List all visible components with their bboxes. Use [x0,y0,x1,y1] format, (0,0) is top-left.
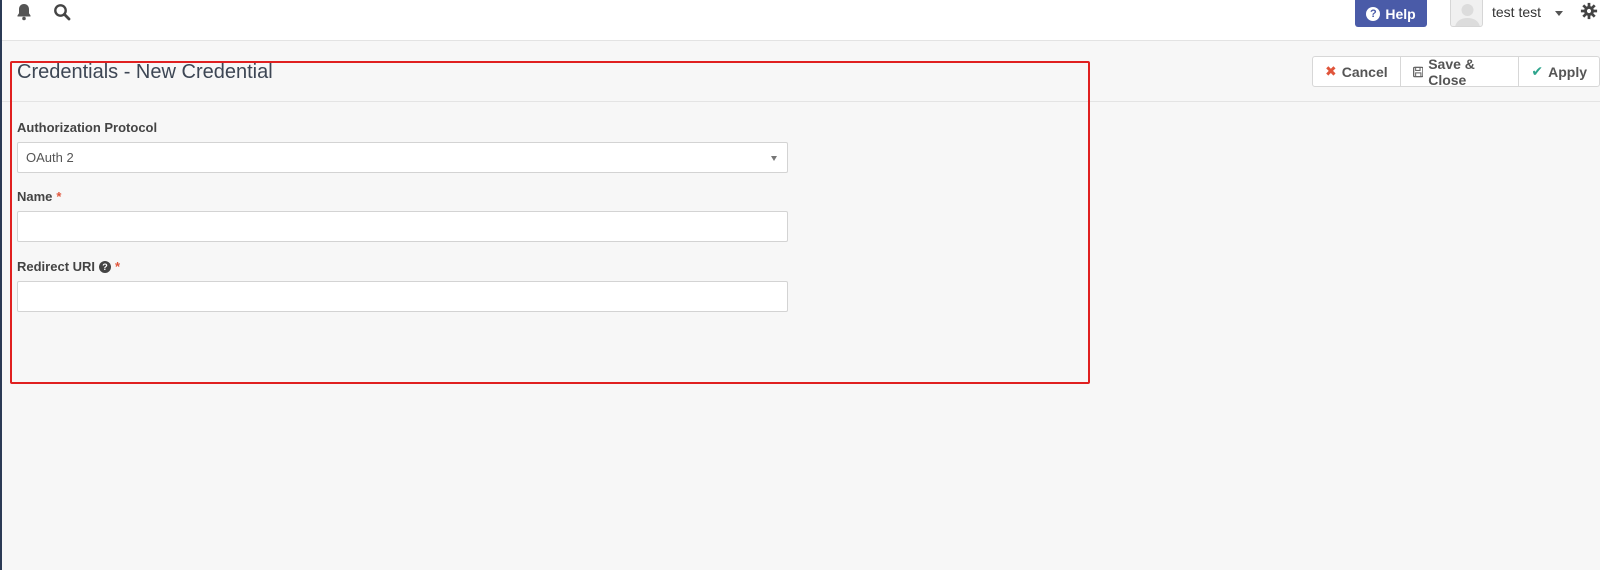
redirect-uri-label: Redirect URI ? * [17,259,120,274]
user-avatar-icon [1455,4,1480,26]
apply-button-label: Apply [1548,63,1587,80]
action-button-group: ✖ Cancel Save & Close ✔ Apply [1312,55,1600,88]
avatar[interactable] [1450,0,1483,27]
chevron-down-icon [771,156,777,161]
search-icon[interactable] [52,2,72,22]
auth-protocol-label: Authorization Protocol [17,120,157,135]
name-label-text: Name [17,189,53,204]
page: ? Help test test Credentials - New Crede… [0,0,1600,570]
name-label: Name * [17,189,61,204]
question-circle-icon: ? [1366,6,1381,21]
check-icon: ✔ [1531,63,1544,79]
page-title: Credentials - New Credential [17,61,273,83]
save-close-button[interactable]: Save & Close [1399,55,1519,88]
top-bar: ? Help test test [2,0,1600,41]
apply-button[interactable]: ✔ Apply [1518,57,1599,86]
help-button-label: Help [1385,5,1416,22]
question-circle-icon[interactable]: ? [99,260,112,273]
close-icon: ✖ [1325,63,1337,79]
cancel-button-label: Cancel [1341,63,1388,80]
auth-protocol-value: OAuth 2 [26,150,74,165]
name-field[interactable] [17,211,788,242]
floppy-disk-icon [1412,66,1424,77]
gear-icon[interactable] [1580,2,1598,20]
redirect-uri-field[interactable] [17,281,788,312]
header-divider [2,101,1600,102]
help-button[interactable]: ? Help [1355,0,1427,27]
save-close-button-label: Save & Close [1428,55,1475,88]
user-name[interactable]: test test [1492,4,1541,20]
auth-protocol-select[interactable]: OAuth 2 [17,142,788,173]
required-asterisk: * [115,259,121,274]
auth-protocol-label-text: Authorization Protocol [17,120,158,135]
redirect-uri-label-text: Redirect URI [17,259,96,274]
required-asterisk: * [56,189,62,204]
bell-icon[interactable] [14,2,34,22]
left-edge-strip [0,0,2,570]
user-menu-caret-icon[interactable] [1555,11,1563,16]
cancel-button[interactable]: ✖ Cancel [1313,57,1400,86]
